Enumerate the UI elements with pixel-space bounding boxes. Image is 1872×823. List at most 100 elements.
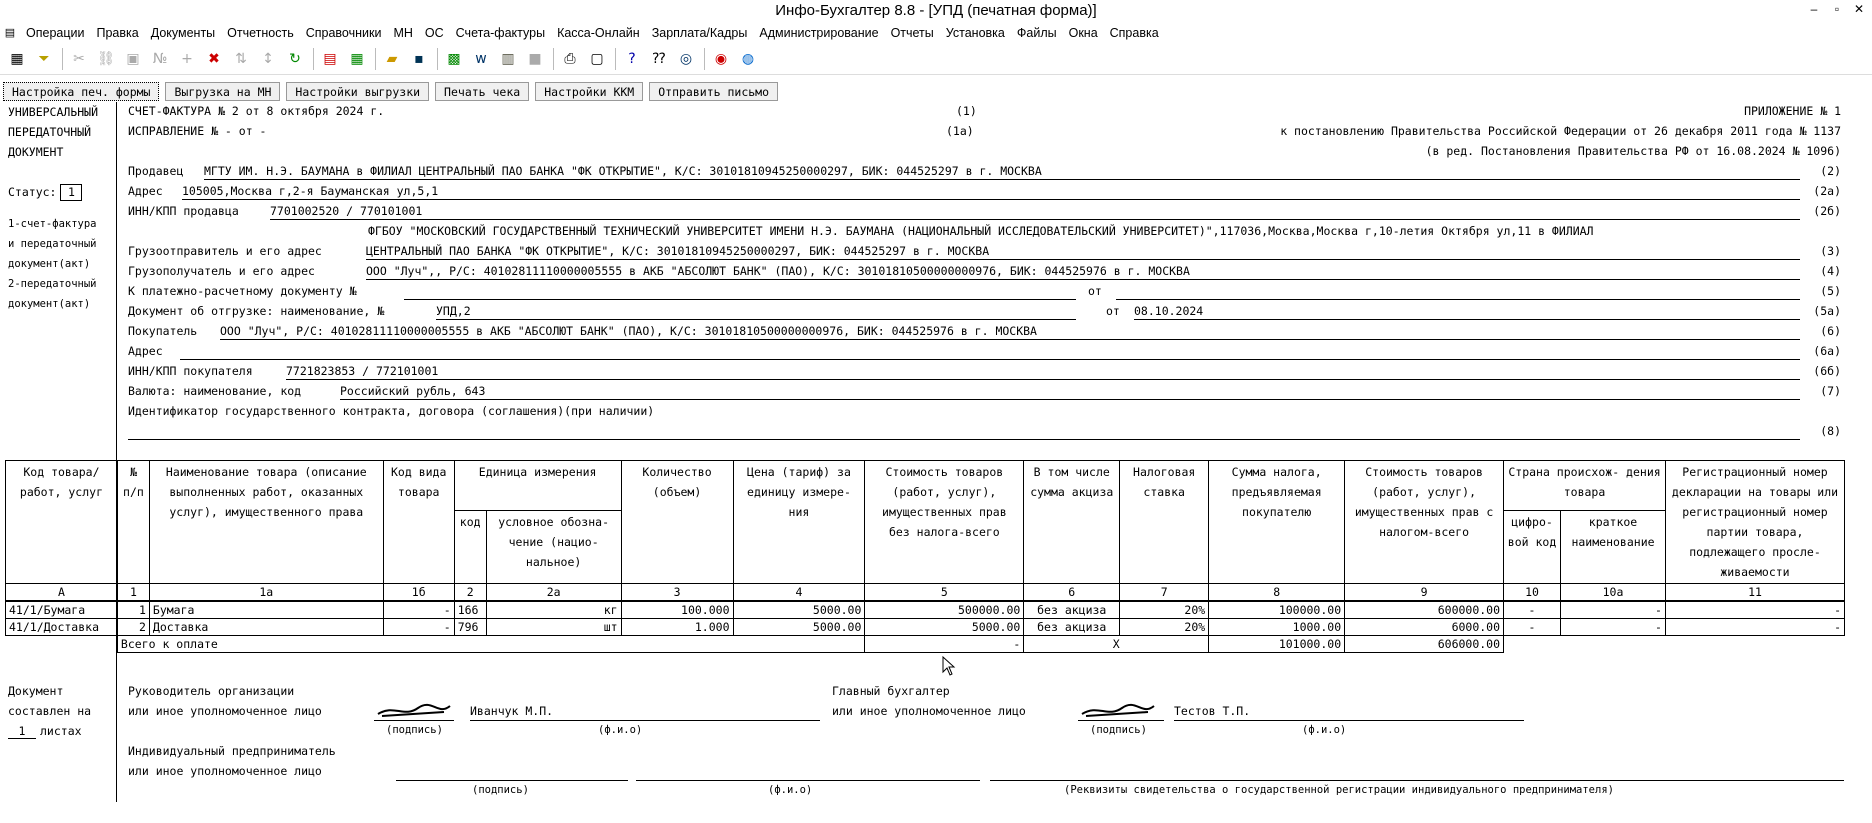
link-icon[interactable]: ⛓ bbox=[95, 48, 117, 70]
accountant-label2: или иное уполномоченное лицо bbox=[832, 704, 1026, 718]
menu-cash-online[interactable]: Касса-Онлайн bbox=[551, 26, 646, 40]
buyer-inn-value: 7721823853 / 772101001 bbox=[286, 364, 1800, 380]
number-icon[interactable]: № bbox=[149, 48, 171, 70]
table-row[interactable]: 41/1/Доставка 2 Доставка - 796 шт 1.000 … bbox=[5, 618, 1846, 636]
menu-mn[interactable]: МН bbox=[387, 26, 418, 40]
menu-directories[interactable]: Справочники bbox=[300, 26, 388, 40]
col-name: Наименование товара (описание выполненны… bbox=[148, 460, 384, 584]
status-value[interactable]: 1 bbox=[60, 184, 83, 201]
grid-icon[interactable]: ▦ bbox=[6, 48, 28, 70]
payment-from-label: от bbox=[1088, 284, 1102, 298]
status-note5: документ(акт) bbox=[8, 298, 91, 310]
sort-az-icon[interactable]: ↕ bbox=[257, 48, 279, 70]
address-value: 105005,Москва г,2-я Бауманская ул,5,1 bbox=[182, 184, 1800, 200]
consignee-value: ООО "Луч",, Р/С: 40102811110000005555 в … bbox=[366, 264, 1800, 280]
print-check-button[interactable]: Печать чека bbox=[435, 82, 530, 101]
num-cell: 6 bbox=[1023, 583, 1121, 602]
doc-sheets-count: 1 bbox=[8, 724, 36, 739]
toolbar-divider bbox=[553, 47, 554, 70]
sort-icon[interactable]: ⇅ bbox=[230, 48, 252, 70]
export-settings-button[interactable]: Настройки выгрузки bbox=[286, 82, 430, 101]
invoice-number: СЧЕТ-ФАКТУРА № 2 от 8 октября 2024 г. bbox=[128, 104, 385, 118]
col-price: Цена (тариф) за единицу измере- ния bbox=[732, 460, 866, 584]
print-icon[interactable]: ⎙ bbox=[559, 48, 581, 70]
status-note2: и передаточный bbox=[8, 238, 97, 250]
menu-edit[interactable]: Правка bbox=[90, 26, 144, 40]
num-cell: 4 bbox=[732, 583, 866, 602]
seller-inn-label: ИНН/КПП продавца bbox=[128, 204, 239, 218]
export-mn-button[interactable]: Выгрузка на МН bbox=[165, 82, 281, 101]
cell-excise: без акциза bbox=[1023, 618, 1121, 636]
globe-icon[interactable]: ◍ bbox=[737, 48, 759, 70]
toolbar-divider bbox=[62, 47, 63, 70]
cell-name: Доставка bbox=[148, 618, 384, 636]
buyer-inn-label: ИНН/КПП покупателя bbox=[128, 364, 253, 378]
address-label: Адрес bbox=[128, 184, 163, 198]
doc-sheets-line2: составлен на bbox=[8, 704, 92, 718]
doc-type-line2: ПЕРЕДАТОЧНЫЙ bbox=[8, 125, 92, 139]
save-icon[interactable]: ▪ bbox=[408, 48, 430, 70]
refresh-icon[interactable]: ↻ bbox=[284, 48, 306, 70]
kkm-settings-button[interactable]: Настройки ККМ bbox=[535, 82, 644, 101]
code-2: (2) bbox=[1820, 164, 1841, 178]
open-folder-icon[interactable]: ▰ bbox=[381, 48, 403, 70]
menu-documents[interactable]: Документы bbox=[145, 26, 221, 40]
status-row: Статус: 1 bbox=[8, 182, 116, 202]
export-icon[interactable]: ▥ bbox=[497, 48, 519, 70]
calculator-icon[interactable]: ▦ bbox=[346, 48, 368, 70]
num-cell: 1б bbox=[382, 583, 455, 602]
cell-kind: - bbox=[382, 618, 455, 636]
lifebuoy-icon[interactable]: ◉ bbox=[710, 48, 732, 70]
send-letter-button[interactable]: Отправить письмо bbox=[649, 82, 779, 101]
context-help-icon[interactable]: ⁇ bbox=[648, 48, 670, 70]
accountant-signature-icon bbox=[1081, 703, 1155, 717]
toolbar-divider bbox=[437, 47, 438, 70]
menu-files[interactable]: Файлы bbox=[1011, 26, 1063, 40]
menu-setup[interactable]: Установка bbox=[940, 26, 1011, 40]
code-7: (7) bbox=[1820, 384, 1841, 398]
maximize-icon[interactable]: ▫ bbox=[1828, 2, 1846, 16]
cell-number: 1 bbox=[116, 600, 150, 619]
total-label: Всего к оплате bbox=[116, 635, 866, 653]
cell-code: 41/1/Доставка bbox=[5, 618, 118, 636]
cell-tax: 100000.00 bbox=[1208, 600, 1346, 619]
menu-admin[interactable]: Администрирование bbox=[753, 26, 884, 40]
cut-icon[interactable]: ✂ bbox=[68, 48, 90, 70]
excel-icon[interactable]: ▩ bbox=[443, 48, 465, 70]
contract-label: Идентификатор государственного контракта… bbox=[128, 404, 655, 418]
code-6a: (6а) bbox=[1813, 344, 1841, 358]
pdf-icon[interactable]: ▤ bbox=[319, 48, 341, 70]
app-icon[interactable]: ▤ bbox=[0, 26, 20, 39]
paste-icon[interactable]: ▣ bbox=[122, 48, 144, 70]
compass-icon[interactable]: ◎ bbox=[675, 48, 697, 70]
cell-rate: 20% bbox=[1119, 600, 1210, 619]
delete-icon[interactable]: ✖ bbox=[203, 48, 225, 70]
word-icon[interactable]: w bbox=[470, 48, 492, 70]
menu-os[interactable]: ОС bbox=[419, 26, 450, 40]
add-icon[interactable]: + bbox=[176, 48, 198, 70]
num-cell: 10а bbox=[1560, 583, 1666, 602]
col-qty: Количество (объем) bbox=[620, 460, 734, 584]
menu-operations[interactable]: Операции bbox=[20, 26, 90, 40]
col-country: Страна происхож- дения товара bbox=[1503, 460, 1666, 511]
menu-help[interactable]: Справка bbox=[1104, 26, 1165, 40]
contract-value bbox=[128, 424, 1800, 440]
table-row[interactable]: 41/1/Бумага 1 Бумага - 166 кг 100.000 50… bbox=[5, 600, 1846, 619]
head-label2: или иное уполномоченное лицо bbox=[128, 704, 322, 718]
menu-reports-tax[interactable]: Отчетность bbox=[221, 26, 300, 40]
buyer-label: Покупатель bbox=[128, 324, 198, 338]
ip-label2: или иное уполномоченное лицо bbox=[128, 764, 322, 778]
preview-icon[interactable]: ▢ bbox=[586, 48, 608, 70]
menu-windows[interactable]: Окна bbox=[1063, 26, 1104, 40]
filter-icon[interactable]: ⏷ bbox=[33, 48, 55, 70]
minimize-icon[interactable]: – bbox=[1805, 2, 1823, 16]
archive-icon[interactable]: ■ bbox=[524, 48, 546, 70]
code-6b: (6б) bbox=[1813, 364, 1841, 378]
menu-reports[interactable]: Отчеты bbox=[885, 26, 940, 40]
print-settings-button[interactable]: Настройка печ. формы bbox=[3, 82, 160, 101]
left-panel: УНИВЕРСАЛЬНЫЙ ПЕРЕДАТОЧНЫЙ ДОКУМЕНТ Стат… bbox=[8, 102, 116, 314]
menu-invoices[interactable]: Счета-фактуры bbox=[450, 26, 551, 40]
help-icon[interactable]: ? bbox=[621, 48, 643, 70]
close-icon[interactable]: ✕ bbox=[1850, 2, 1868, 16]
menu-payroll[interactable]: Зарплата/Кадры bbox=[646, 26, 754, 40]
